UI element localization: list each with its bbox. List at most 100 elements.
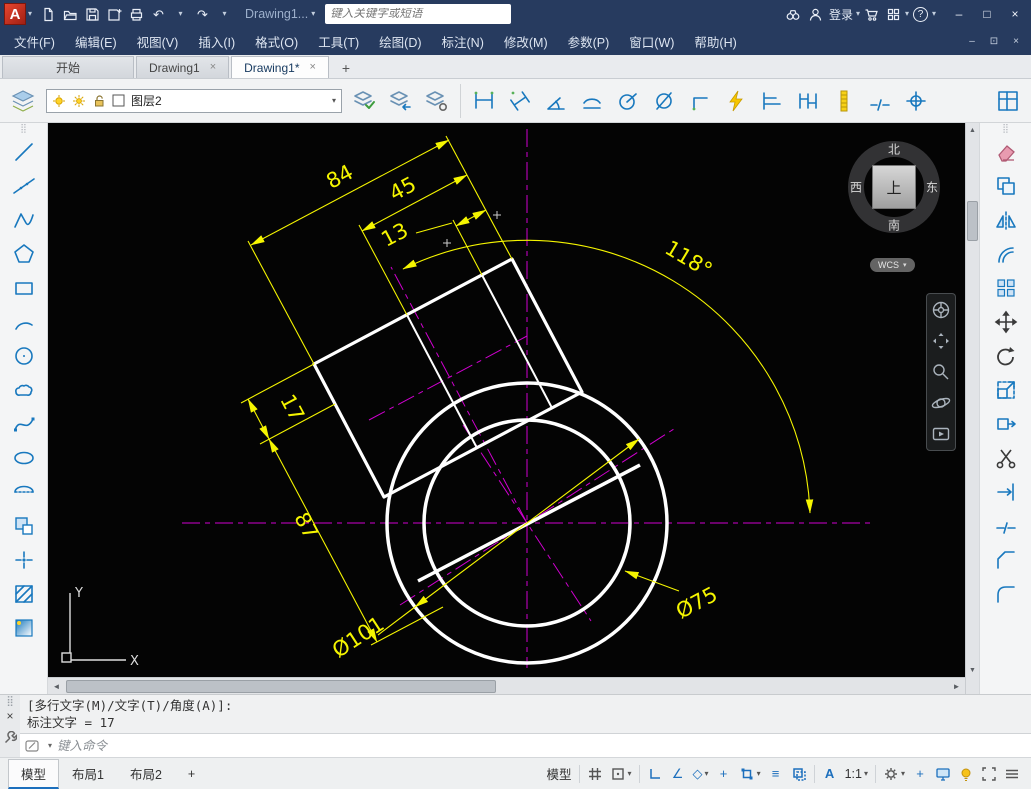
orbit-button[interactable] xyxy=(931,393,951,413)
redo-dropdown-button[interactable]: ▾ xyxy=(214,3,235,25)
scale-tool[interactable] xyxy=(989,374,1023,405)
command-input[interactable] xyxy=(57,738,1026,753)
customization-button[interactable] xyxy=(1001,762,1023,786)
menu-file[interactable]: 文件(F) xyxy=(4,28,65,55)
dim-ordinate-button[interactable] xyxy=(683,83,717,119)
undo-dropdown-button[interactable]: ▾ xyxy=(170,3,191,25)
maximize-button[interactable]: □ xyxy=(973,1,1001,27)
menu-modify[interactable]: 修改(M) xyxy=(494,28,558,55)
save-button[interactable] xyxy=(82,3,103,25)
model-space-button[interactable]: 模型 xyxy=(544,762,575,786)
construction-line-tool[interactable] xyxy=(7,170,41,201)
login-caret-icon[interactable]: ▾ xyxy=(856,10,860,18)
viewcube-east-label[interactable]: 东 xyxy=(926,179,938,196)
isodraft-button[interactable]: ◇▾ xyxy=(690,762,712,786)
layer-states-button[interactable] xyxy=(420,83,454,119)
chamfer-tool[interactable] xyxy=(989,544,1023,575)
viewcube-south-label[interactable]: 南 xyxy=(888,217,900,234)
command-options-caret-icon[interactable]: ▾ xyxy=(48,742,52,750)
circle-tool[interactable] xyxy=(7,340,41,371)
dim-diameter-button[interactable] xyxy=(647,83,681,119)
ortho-mode-button[interactable] xyxy=(644,762,666,786)
offset-tool[interactable] xyxy=(989,238,1023,269)
tolerance-button[interactable] xyxy=(899,83,933,119)
polyline-tool[interactable] xyxy=(7,204,41,235)
annotation-visibility-button[interactable]: A xyxy=(819,762,841,786)
menu-edit[interactable]: 编辑(E) xyxy=(65,28,127,55)
wcs-dropdown[interactable]: WCS ▾ xyxy=(870,258,915,272)
insert-block-tool[interactable] xyxy=(7,510,41,541)
gradient-tool[interactable] xyxy=(7,612,41,643)
model-canvas[interactable]: 84 45 13 17 87 Ø101 Ø75 118° xyxy=(48,123,965,677)
array-tool[interactable] xyxy=(989,272,1023,303)
zoom-button[interactable] xyxy=(931,362,951,382)
quick-dimension-button[interactable] xyxy=(719,83,753,119)
app-menu-button[interactable]: A ▾ xyxy=(0,1,36,27)
close-button[interactable]: × xyxy=(1001,1,1029,27)
vertical-scroll-thumb[interactable] xyxy=(967,201,978,241)
new-file-button[interactable] xyxy=(38,3,59,25)
minimize-button[interactable]: – xyxy=(945,1,973,27)
lineweight-button[interactable]: ≡ xyxy=(765,762,787,786)
annotation-scale-button[interactable]: 1:1▾ xyxy=(842,762,871,786)
dim-baseline-button[interactable] xyxy=(755,83,789,119)
layout-tab-2[interactable]: 布局2 xyxy=(117,759,175,788)
viewcube-top-face[interactable]: 上 xyxy=(872,165,916,209)
object-snap-button[interactable]: ▾ xyxy=(736,762,764,786)
copy-tool[interactable] xyxy=(989,170,1023,201)
transparency-button[interactable] xyxy=(788,762,810,786)
dim-arc-length-button[interactable] xyxy=(575,83,609,119)
app-store-button[interactable] xyxy=(861,3,882,25)
doc-close-button[interactable]: × xyxy=(1005,32,1027,52)
tab-close-icon[interactable]: × xyxy=(310,62,316,73)
search-button[interactable] xyxy=(783,3,804,25)
spline-tool[interactable] xyxy=(7,408,41,439)
dim-linear-button[interactable] xyxy=(467,83,501,119)
command-close-icon[interactable]: × xyxy=(6,710,13,722)
arc-tool[interactable] xyxy=(7,306,41,337)
dim-angular-button[interactable] xyxy=(539,83,573,119)
toolbar-grip-handle[interactable]: ⣿ xyxy=(20,124,27,133)
snap-mode-button[interactable]: ▾ xyxy=(607,762,635,786)
qat-customize-caret-icon[interactable]: ▾ xyxy=(311,10,315,18)
command-customize-button[interactable] xyxy=(3,731,17,750)
menu-format[interactable]: 格式(O) xyxy=(245,28,308,55)
horizontal-scroll-thumb[interactable] xyxy=(66,680,496,693)
vertical-scrollbar[interactable]: ▲ ▼ xyxy=(966,123,979,677)
redo-button[interactable]: ↷ xyxy=(192,3,213,25)
dim-continue-button[interactable] xyxy=(791,83,825,119)
grid-display-button[interactable] xyxy=(584,762,606,786)
layout-tab-model[interactable]: 模型 xyxy=(8,759,59,789)
move-tool[interactable] xyxy=(989,306,1023,337)
sign-in-button[interactable] xyxy=(805,3,826,25)
extend-tool[interactable] xyxy=(989,476,1023,507)
line-tool[interactable] xyxy=(7,136,41,167)
polar-tracking-button[interactable]: ∠ xyxy=(667,762,689,786)
open-file-button[interactable] xyxy=(60,3,81,25)
stretch-tool[interactable] xyxy=(989,408,1023,439)
doc-minimize-button[interactable]: – xyxy=(961,32,983,52)
menu-dimension[interactable]: 标注(N) xyxy=(432,28,494,55)
dim-radius-button[interactable] xyxy=(611,83,645,119)
help-caret-icon[interactable]: ▾ xyxy=(932,10,936,18)
new-tab-button[interactable]: + xyxy=(335,58,357,78)
ellipse-tool[interactable] xyxy=(7,442,41,473)
menu-parametric[interactable]: 参数(P) xyxy=(558,28,620,55)
pan-button[interactable] xyxy=(931,331,951,351)
workspace-switching-button[interactable]: ▾ xyxy=(880,762,908,786)
search-input[interactable] xyxy=(330,8,506,20)
scroll-right-arrow[interactable]: ► xyxy=(948,678,965,694)
layer-match-button[interactable] xyxy=(348,83,382,119)
tab-close-icon[interactable]: × xyxy=(210,62,216,73)
polygon-tool[interactable] xyxy=(7,238,41,269)
new-layout-button[interactable]: + xyxy=(175,762,208,786)
object-snap-tracking-button[interactable]: + xyxy=(713,762,735,786)
tab-start[interactable]: 开始 xyxy=(2,56,134,78)
isolate-objects-button[interactable] xyxy=(955,762,977,786)
graphics-performance-button[interactable] xyxy=(932,762,954,786)
login-label[interactable]: 登录 xyxy=(829,6,853,23)
menu-insert[interactable]: 插入(I) xyxy=(188,28,245,55)
showmotion-button[interactable] xyxy=(931,424,951,444)
rotate-tool[interactable] xyxy=(989,340,1023,371)
apps-caret-icon[interactable]: ▾ xyxy=(905,10,909,18)
